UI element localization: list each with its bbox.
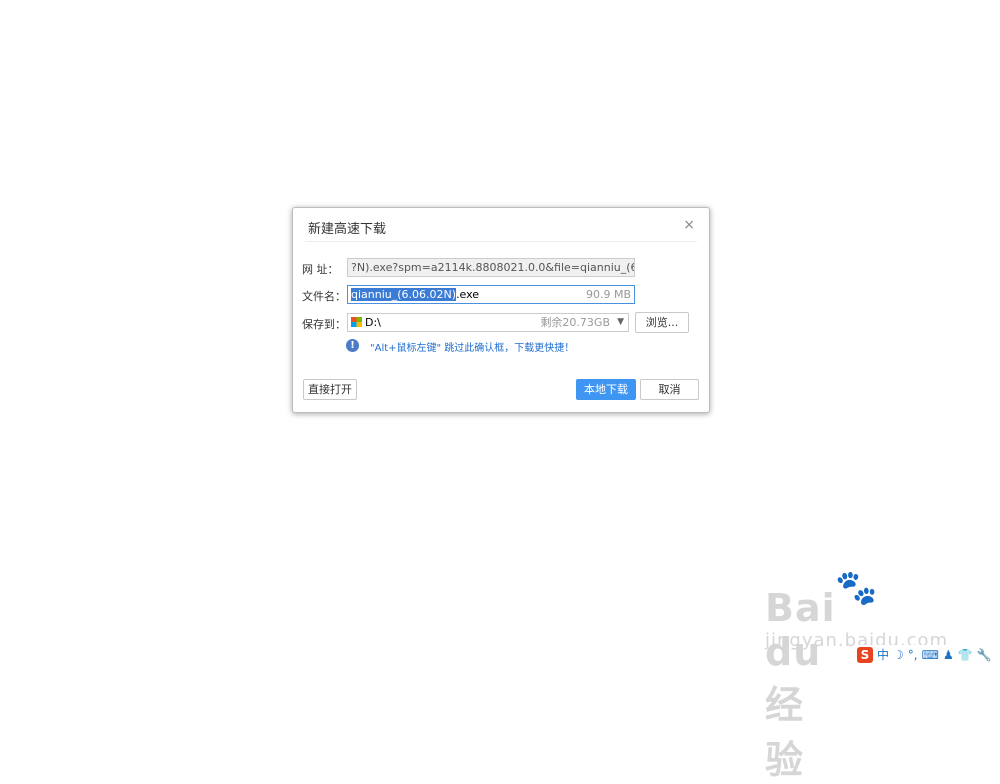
cancel-button[interactable]: 取消 bbox=[640, 379, 699, 400]
keyboard-icon[interactable]: ⌨ bbox=[922, 645, 939, 665]
sogou-logo-icon[interactable]: S bbox=[857, 647, 873, 663]
punctuation-icon[interactable]: °, bbox=[908, 645, 918, 665]
wrench-icon[interactable]: 🔧 bbox=[977, 645, 992, 665]
file-size: 90.9 MB bbox=[585, 288, 631, 301]
shortcut-tip: "Alt+鼠标左键" 跳过此确认框，下载更快捷！ bbox=[370, 343, 575, 354]
moon-icon[interactable]: ☽ bbox=[893, 645, 904, 665]
user-icon[interactable]: ♟ bbox=[943, 645, 954, 665]
chevron-down-icon[interactable]: ▼ bbox=[617, 314, 624, 331]
drive-icon bbox=[351, 317, 362, 327]
dialog-title: 新建高速下载 bbox=[308, 222, 387, 237]
filename-input[interactable]: qianniu_(6.06.02N).exe 90.9 MB bbox=[347, 285, 635, 304]
new-download-dialog: 新建高速下载 × 网 址： ?N).exe?spm=a2114k.8808021… bbox=[292, 207, 710, 413]
browse-button[interactable]: 浏览... bbox=[635, 312, 689, 333]
save-path-select[interactable]: D:\ 剩余20.73GB ▼ bbox=[347, 313, 629, 332]
ime-toolbar: S 中 ☽ °, ⌨ ♟ 👕 🔧 bbox=[857, 645, 999, 665]
watermark-brand: Bai du 经验 bbox=[765, 586, 836, 782]
close-icon[interactable]: × bbox=[683, 217, 695, 233]
filename-selected-text: qianniu_(6.06.02N) bbox=[351, 288, 457, 301]
saveto-label: 保存到： bbox=[302, 318, 346, 331]
paw-icon: 🐾 bbox=[835, 568, 878, 608]
url-field[interactable]: ?N).exe?spm=a2114k.8808021.0.0&file=qian… bbox=[347, 258, 635, 277]
open-directly-button[interactable]: 直接打开 bbox=[303, 379, 357, 400]
chinese-mode-icon[interactable]: 中 bbox=[877, 645, 889, 665]
free-space: 剩余20.73GB bbox=[540, 316, 610, 329]
info-icon: ! bbox=[346, 339, 359, 352]
filename-extension: .exe bbox=[456, 288, 480, 301]
title-divider bbox=[305, 241, 697, 242]
filename-label: 文件名： bbox=[302, 290, 346, 303]
url-label: 网 址： bbox=[302, 263, 339, 276]
skin-icon[interactable]: 👕 bbox=[958, 645, 973, 665]
save-path-value: D:\ bbox=[365, 316, 381, 329]
local-download-button[interactable]: 本地下载 bbox=[576, 379, 636, 400]
